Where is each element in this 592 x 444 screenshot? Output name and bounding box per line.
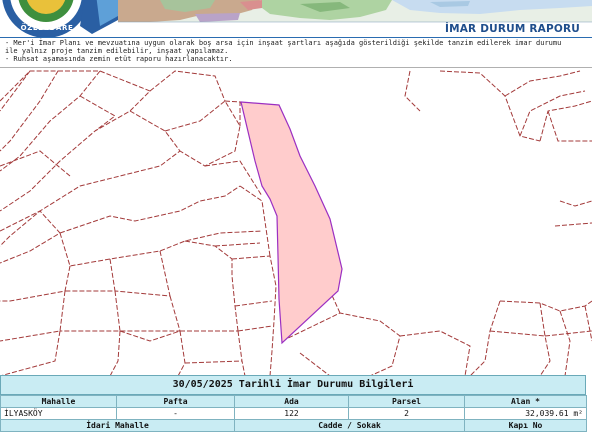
header-pafta: Pafta [116,395,235,408]
logo-text: ÖZEL İDARE [20,24,74,32]
value-ada: 122 [234,407,349,420]
zoning-info-panel: 30/05/2025 Tarihli İmar Durumu Bilgileri… [0,375,592,444]
cadastral-map[interactable] [0,67,592,376]
note-line: ile yalnız proje tanzim edilebilir, inşa… [5,47,229,55]
report-title: İMAR DURUM RAPORU [444,23,580,35]
info-title: 30/05/2025 Tarihli İmar Durumu Bilgileri [0,375,586,395]
header-alan: Alan * [464,395,587,408]
note-line: - Ruhsat aşamasında zemin etüt raporu ha… [5,55,233,63]
header-idari-mahalle: İdari Mahalle [0,419,235,432]
table-header-row: Mahalle Pafta Ada Parsel Alan * [0,395,587,408]
report-header: ÖZEL İDARE İMAR DURUM RAPORU [0,0,592,38]
table-row: İLYASKÖY - 122 2 32,039.61 m² [0,407,587,420]
parcel-info-table: Mahalle Pafta Ada Parsel Alan * İLYASKÖY… [0,395,587,432]
value-parsel: 2 [348,407,465,420]
header-kapi-no: Kapı No [464,419,587,432]
table-header-row-2: İdari Mahalle Cadde / Sokak Kapı No [0,419,587,432]
value-alan: 32,039.61 m² [464,407,587,420]
value-mahalle: İLYASKÖY [0,407,117,420]
header-cadde-sokak: Cadde / Sokak [234,419,465,432]
header-mahalle: Mahalle [0,395,117,408]
subject-parcel [240,101,343,345]
value-pafta: - [116,407,235,420]
note-line: - Mer'i İmar Planı ve mevzuatına uygun o… [5,39,562,47]
header-parsel: Parsel [348,395,465,408]
header-ada: Ada [234,395,349,408]
notes-block: - Mer'i İmar Planı ve mevzuatına uygun o… [5,39,587,63]
header-divider [0,37,592,38]
parcel-map-svg [0,70,592,376]
